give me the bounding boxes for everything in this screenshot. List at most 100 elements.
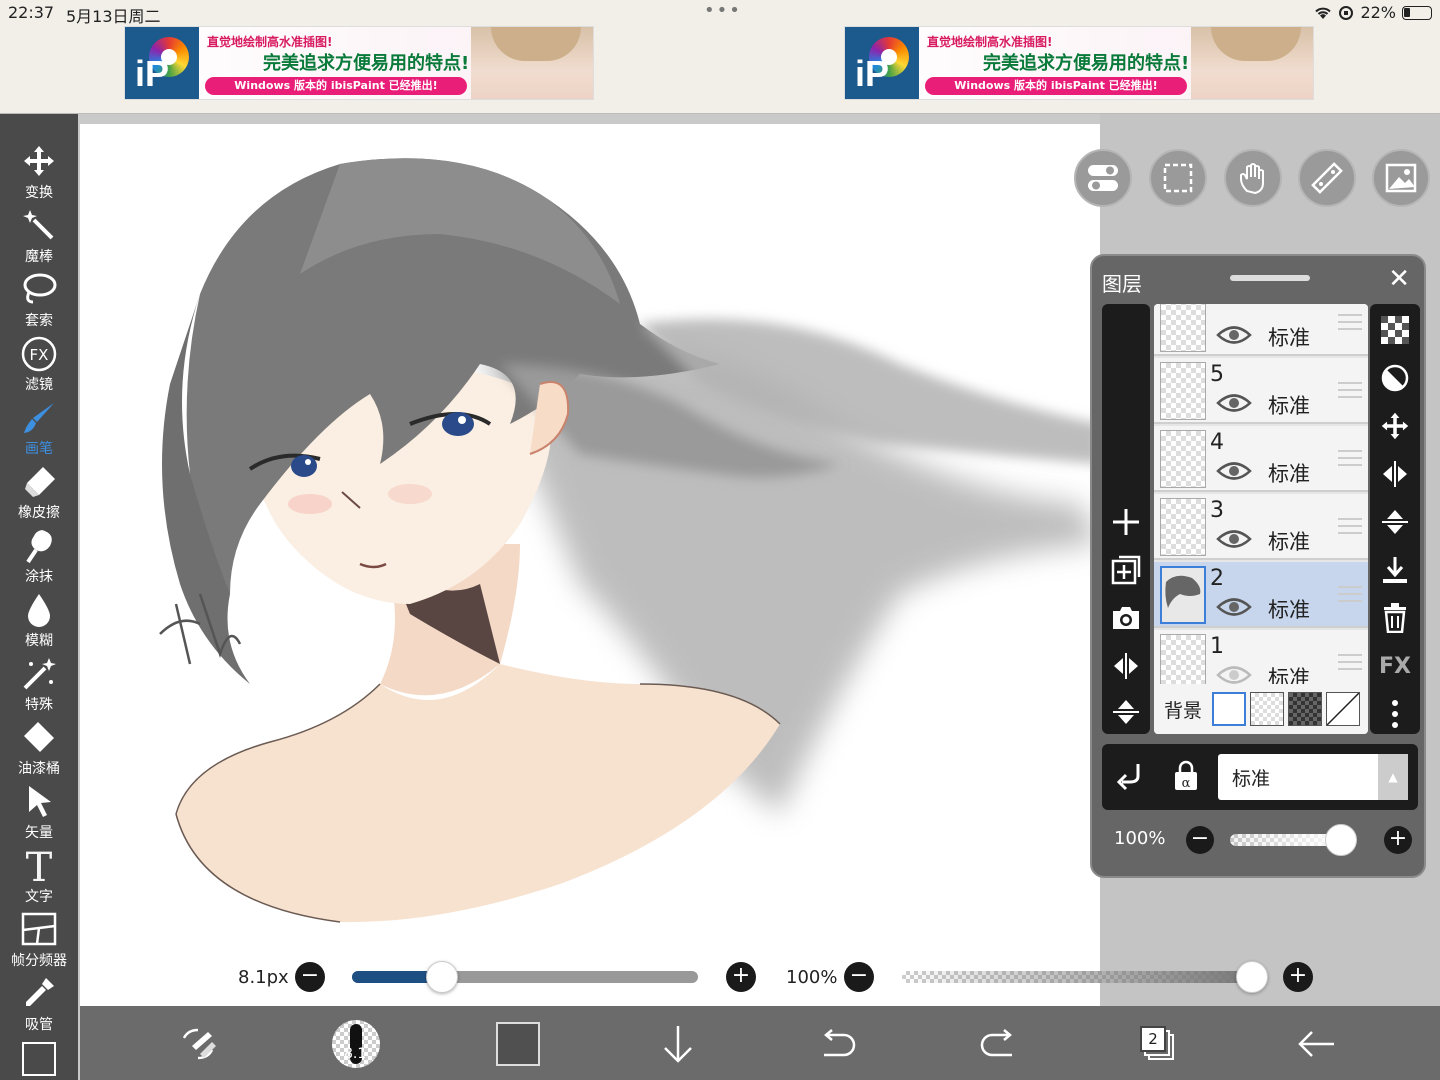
color-swatch-icon[interactable] <box>22 1042 56 1076</box>
hand-button[interactable] <box>1224 149 1282 207</box>
plus-icon[interactable]: + <box>726 962 756 992</box>
undo-button[interactable] <box>810 1018 866 1070</box>
brush-opacity-knob[interactable] <box>1236 961 1268 993</box>
flip-horizontal-icon[interactable] <box>1102 646 1150 686</box>
eye-icon[interactable] <box>1216 392 1252 418</box>
layer-panel: 图层 ✕ 标准 5 标准 4 标准 3 标准 2 标准 1 标准 背景 FX α… <box>1090 254 1426 878</box>
vector-arrow-icon <box>0 784 78 824</box>
brush-size-knob[interactable] <box>425 961 458 993</box>
layers-stack-icon: 2 <box>1140 1026 1176 1062</box>
brush-size-slider[interactable] <box>352 961 698 993</box>
special-sparkle-icon <box>0 656 78 696</box>
eye-icon[interactable] <box>1216 324 1252 350</box>
layer-row[interactable]: 3 标准 <box>1154 494 1368 560</box>
background-transparent-swatch[interactable] <box>1250 692 1284 726</box>
tool-paint-bucket[interactable]: 油漆桶 <box>0 720 78 784</box>
layer-fx-icon[interactable]: FX <box>1370 646 1420 686</box>
tool-text[interactable]: T 文字 <box>0 848 78 912</box>
tool-vector[interactable]: 矢量 <box>0 784 78 848</box>
background-none-swatch[interactable] <box>1326 692 1360 726</box>
alpha-lock-icon[interactable]: α <box>1172 760 1200 796</box>
tool-magic-wand[interactable]: 魔棒 <box>0 208 78 272</box>
reorder-handle-icon[interactable] <box>1338 314 1362 330</box>
reference-image-button[interactable] <box>1372 149 1430 207</box>
layers-button[interactable]: 2 <box>1130 1018 1186 1070</box>
reorder-handle-icon[interactable] <box>1338 382 1362 398</box>
brush-icon <box>0 400 78 440</box>
tool-blur[interactable]: 模糊 <box>0 592 78 656</box>
save-down-button[interactable] <box>650 1018 706 1070</box>
duplicate-layer-icon[interactable] <box>1102 550 1150 590</box>
layer-row[interactable]: 5 标准 <box>1154 358 1368 424</box>
tool-filter[interactable]: FX 滤镜 <box>0 336 78 400</box>
layer-blend-mode: 标准 <box>1268 598 1310 622</box>
close-icon[interactable]: ✕ <box>1388 264 1410 294</box>
ad-character-image <box>471 27 593 99</box>
flip-horizontal-icon[interactable] <box>1370 454 1420 494</box>
selection-button[interactable] <box>1149 149 1207 207</box>
camera-icon[interactable] <box>1102 598 1150 638</box>
svg-text:α: α <box>1182 776 1191 791</box>
ad-banner[interactable]: iP 直觉地绘制高水准插图! 完美追求方便易用的特点! Windows 版本的 … <box>124 26 594 100</box>
flip-vertical-icon[interactable] <box>1102 692 1150 732</box>
clip-arrow-icon[interactable] <box>1116 762 1144 796</box>
tool-brush[interactable]: 画笔 <box>0 400 78 464</box>
background-white-swatch[interactable] <box>1212 692 1246 726</box>
minus-icon[interactable]: − <box>295 962 325 992</box>
paint-bucket-icon <box>0 720 78 760</box>
tool-lasso[interactable]: 套索 <box>0 272 78 336</box>
minus-icon[interactable]: − <box>1186 826 1214 854</box>
plus-icon[interactable]: + <box>1384 826 1412 854</box>
layer-panel-header[interactable]: 图层 ✕ <box>1092 256 1424 304</box>
eye-icon[interactable] <box>1216 528 1252 554</box>
brush-size-value: 8.1px <box>238 967 289 988</box>
transparency-checker-icon[interactable] <box>1370 310 1420 350</box>
move-layer-icon[interactable] <box>1370 406 1420 446</box>
color-button[interactable] <box>490 1018 546 1070</box>
clipping-icon[interactable] <box>1370 358 1420 398</box>
layer-row[interactable]: 4 标准 <box>1154 426 1368 492</box>
redo-button[interactable] <box>970 1018 1026 1070</box>
reorder-handle-icon[interactable] <box>1338 654 1362 670</box>
eye-icon[interactable] <box>1216 596 1252 622</box>
ruler-button[interactable] <box>1298 149 1356 207</box>
eye-icon[interactable] <box>1216 460 1252 486</box>
back-button[interactable] <box>1288 1018 1344 1070</box>
brush-preview-button[interactable]: 8.1 <box>328 1018 384 1070</box>
background-label: 背景 <box>1164 700 1203 722</box>
layer-row[interactable]: 标准 <box>1154 304 1368 356</box>
tool-special[interactable]: 特殊 <box>0 656 78 720</box>
drag-handle[interactable] <box>1230 275 1310 281</box>
more-vertical-icon[interactable] <box>1370 694 1420 734</box>
layer-opacity-knob[interactable] <box>1325 824 1358 856</box>
drawing-canvas[interactable] <box>80 124 1100 1006</box>
multitask-dots[interactable]: ••• <box>704 0 742 21</box>
flip-vertical-icon[interactable] <box>1370 502 1420 542</box>
reorder-handle-icon[interactable] <box>1338 586 1362 602</box>
reorder-handle-icon[interactable] <box>1338 450 1362 466</box>
frame-divider-icon <box>0 912 78 952</box>
swap-tools-icon <box>182 1028 216 1060</box>
toggle-button[interactable] <box>1074 149 1132 207</box>
ad-banner[interactable]: iP 直觉地绘制高水准插图! 完美追求方便易用的特点! Windows 版本的 … <box>844 26 1314 100</box>
trash-icon[interactable] <box>1370 598 1420 638</box>
brush-opacity-slider[interactable] <box>902 961 1268 993</box>
blend-mode-select[interactable]: 标准 ▲ <box>1218 754 1408 800</box>
reorder-handle-icon[interactable] <box>1338 518 1362 534</box>
fx-icon: FX <box>0 336 78 376</box>
tool-transform[interactable]: 变换 <box>0 144 78 208</box>
merge-down-icon[interactable] <box>1370 550 1420 590</box>
layer-count: 2 <box>1140 1026 1166 1052</box>
tool-smudge[interactable]: 涂抹 <box>0 528 78 592</box>
layer-row-selected[interactable]: 2 标准 <box>1154 562 1368 628</box>
tool-frame-divider[interactable]: 帧分频器 <box>0 912 78 976</box>
plus-icon[interactable]: + <box>1283 962 1313 992</box>
ibispaint-logo: iP <box>845 27 919 99</box>
background-dark-swatch[interactable] <box>1288 692 1322 726</box>
tool-eyedropper[interactable]: 吸管 <box>0 976 78 1040</box>
add-layer-icon[interactable] <box>1102 502 1150 542</box>
minus-icon[interactable]: − <box>844 962 874 992</box>
tool-switch-button[interactable] <box>170 1018 226 1070</box>
eraser-icon <box>0 464 78 504</box>
tool-eraser[interactable]: 橡皮擦 <box>0 464 78 528</box>
